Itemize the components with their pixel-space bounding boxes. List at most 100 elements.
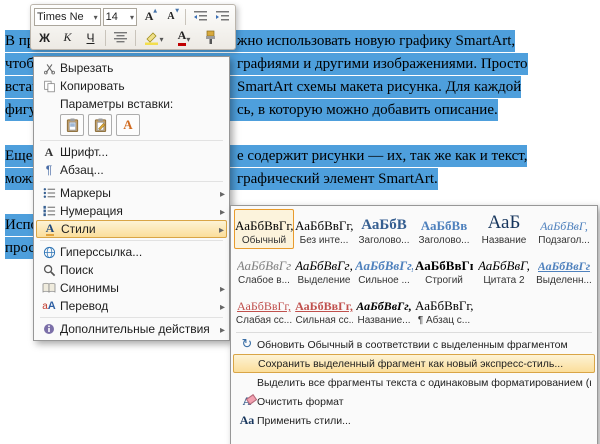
menu-item-translate[interactable]: Перевод	[36, 297, 227, 315]
style-cell-intense-quote[interactable]: АаБбВвГгВыделенн...	[534, 249, 594, 289]
toolbar-separator	[185, 9, 186, 25]
paste-merge-formatting-button[interactable]	[88, 114, 112, 136]
font-color-button[interactable]: А	[170, 27, 198, 48]
style-cell-subtle-emphasis[interactable]: АаБбВвГгСлабое в...	[234, 249, 294, 289]
style-cell-strong[interactable]: АаБбВвГг,Строгий	[414, 249, 474, 289]
style-sample: АаБбВвГг,	[235, 211, 293, 234]
menu-item-hyperlink[interactable]: Гиперссылка...	[36, 243, 227, 261]
increase-indent-button[interactable]	[212, 6, 232, 27]
style-cell-heading1[interactable]: АаБбВЗаголово...	[354, 209, 414, 249]
highlight-color-button[interactable]	[140, 27, 168, 48]
line-right-fragment: жно использовать новую графику SmartArt,	[237, 30, 515, 52]
submenu-arrow-icon	[220, 186, 225, 200]
style-label: Заголово...	[359, 235, 410, 246]
style-label: Выделенн...	[536, 275, 592, 286]
format-painter-button[interactable]	[200, 27, 221, 48]
menu-item-copy[interactable]: Копировать	[36, 77, 227, 95]
menu-item-cut[interactable]: Вырезать	[36, 59, 227, 77]
style-cell-heading2[interactable]: АаБбВвЗаголово...	[414, 209, 474, 249]
menu-item-paragraph[interactable]: Абзац...	[36, 161, 227, 179]
font-name-combobox[interactable]: Times Ne	[34, 8, 101, 26]
style-cell-list-paragraph[interactable]: АаБбВвГг,¶ Абзац с...	[414, 289, 474, 329]
menu-item-label: Поиск	[60, 263, 93, 277]
style-sample: АаБбВвГг,	[295, 251, 353, 274]
menu-item-label: Перевод	[60, 299, 108, 313]
style-label: Подзагол...	[538, 235, 589, 246]
style-sample: АаБбВвГг,	[295, 211, 353, 234]
underline-button[interactable]: Ч	[80, 27, 101, 48]
style-label: Обычный	[242, 235, 286, 246]
action-save-as-quick-style[interactable]: Сохранить выделенный фрагмент как новый …	[233, 354, 595, 373]
style-label: Название...	[357, 315, 410, 326]
context-menu: Вырезать Копировать Параметры вставки: A…	[33, 56, 230, 341]
menu-separator	[40, 140, 223, 141]
book-icon	[38, 282, 60, 294]
menu-separator	[40, 317, 223, 318]
style-cell-title[interactable]: АаБНазвание	[474, 209, 534, 249]
clear-formatting-glyph-icon: А	[243, 394, 252, 409]
action-update-normal[interactable]: ↻ Обновить Обычный в соответствии с выде…	[233, 335, 595, 354]
paste-options-row: A	[36, 112, 227, 138]
style-cell-quote2[interactable]: АаБбВвГ,Цитата 2	[474, 249, 534, 289]
font-glyph-icon: А	[45, 145, 54, 160]
style-sample: АаБбВвГ,	[478, 251, 530, 274]
increase-indent-icon	[215, 10, 230, 23]
menu-item-bullets[interactable]: Маркеры	[36, 184, 227, 202]
paste-keep-text-only-button[interactable]: A	[116, 114, 140, 136]
translate-icon	[38, 300, 60, 312]
menu-item-additional-actions[interactable]: Дополнительные действия	[36, 320, 227, 338]
menu-item-font[interactable]: А Шрифт...	[36, 143, 227, 161]
line-right-fragment: графический элемент SmartArt.	[237, 168, 438, 190]
paste-keep-formatting-button[interactable]	[60, 114, 84, 136]
chevron-down-icon[interactable]	[186, 31, 190, 45]
decrease-indent-button[interactable]	[190, 6, 210, 27]
mini-toolbar-row-2: Ж К Ч А	[34, 27, 232, 48]
action-apply-styles[interactable]: Аа Применить стили...	[233, 411, 595, 430]
letter-a-icon: A	[123, 117, 132, 133]
action-label: Выделить все фрагменты текста с одинаков…	[257, 377, 591, 389]
menu-item-styles[interactable]: А Стили	[36, 220, 227, 238]
style-cell-no-spacing[interactable]: АаБбВвГг,Без инте...	[294, 209, 354, 249]
style-sample: АаБбВвГг,	[355, 251, 413, 274]
style-label: Сильная сс...	[296, 315, 353, 326]
style-sample: АаБбВвГг,	[295, 291, 353, 314]
style-label: Заголово...	[419, 235, 470, 246]
font-color-label: А	[178, 30, 187, 46]
style-sample: АаБбВвГг,	[415, 251, 473, 274]
style-sample: АаБбВвГг,	[415, 291, 473, 314]
chevron-down-icon[interactable]	[159, 31, 163, 45]
menu-item-numbering[interactable]: Нумерация	[36, 202, 227, 220]
menu-item-search[interactable]: Поиск	[36, 261, 227, 279]
style-cell-emphasis[interactable]: АаБбВвГг,Выделение	[294, 249, 354, 289]
menu-item-label: Копировать	[60, 79, 125, 93]
style-sample: АаБ	[488, 211, 521, 234]
font-size-combobox[interactable]: 14	[103, 8, 137, 26]
chevron-down-icon[interactable]	[130, 11, 134, 23]
styles-submenu: АаБбВвГг,Обычный АаБбВвГг,Без инте... Аа…	[230, 205, 598, 444]
style-cell-intense-reference[interactable]: АаБбВвГг,Сильная сс...	[294, 289, 354, 329]
chevron-down-icon[interactable]	[94, 11, 98, 23]
grow-font-button[interactable]: А	[139, 6, 159, 27]
center-align-button[interactable]	[110, 27, 131, 48]
menu-item-label: Маркеры	[60, 186, 111, 200]
style-cell-intense-emphasis[interactable]: АаБбВвГг,Сильное ...	[354, 249, 414, 289]
shrink-font-button[interactable]: А	[161, 6, 181, 27]
style-label: Строгий	[425, 275, 463, 286]
action-select-similar-formatting[interactable]: Выделить все фрагменты текста с одинаков…	[233, 373, 595, 392]
menu-item-synonyms[interactable]: Синонимы	[36, 279, 227, 297]
style-cell-subtle-reference[interactable]: АаБбВвГг,Слабая сс...	[234, 289, 294, 329]
paste-options-label: Параметры вставки:	[36, 95, 227, 112]
submenu-arrow-icon	[220, 204, 225, 218]
style-cell-normal[interactable]: АаБбВвГг,Обычный	[234, 209, 294, 249]
style-label: Сильное ...	[358, 275, 410, 286]
italic-button[interactable]: К	[57, 27, 78, 48]
action-clear-formatting[interactable]: А Очистить формат	[233, 392, 595, 411]
bold-button[interactable]: Ж	[34, 27, 55, 48]
menu-separator	[40, 240, 223, 241]
style-cell-subtitle[interactable]: АаБбВвГ,Подзагол...	[534, 209, 594, 249]
numbered-list-icon	[38, 205, 60, 217]
clipboard-icon	[65, 117, 80, 133]
style-sample: АаБбВвГг	[538, 251, 590, 274]
style-cell-book-title[interactable]: АаБбВвГг,Название...	[354, 289, 414, 329]
refresh-icon: ↻	[237, 337, 257, 352]
